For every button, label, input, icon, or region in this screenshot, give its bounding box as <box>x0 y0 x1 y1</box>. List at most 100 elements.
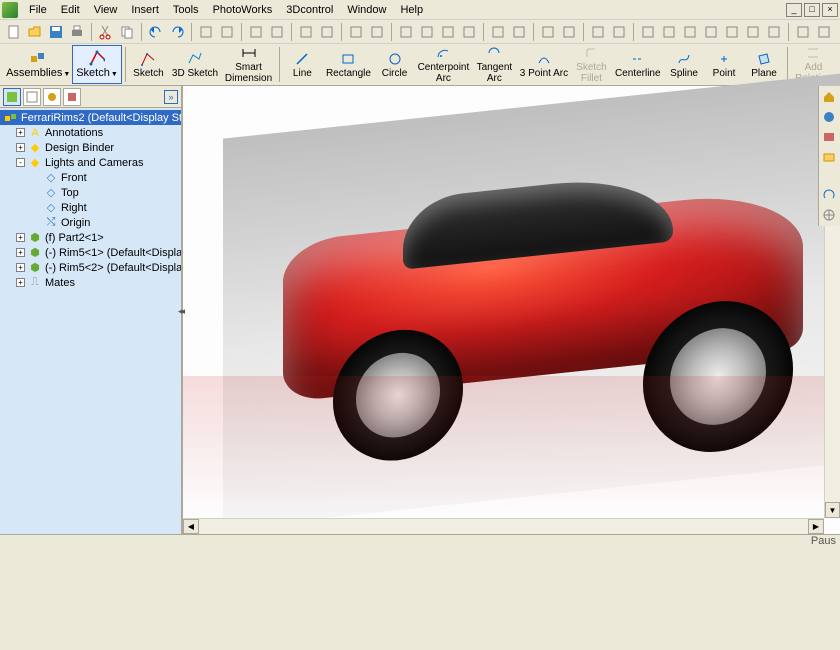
home-icon[interactable] <box>820 88 838 106</box>
point-button[interactable]: Point <box>704 45 744 84</box>
plane-button[interactable]: Plane <box>744 45 784 84</box>
options-button[interactable] <box>267 22 287 42</box>
pan-button[interactable] <box>538 22 558 42</box>
undo-button[interactable] <box>146 22 166 42</box>
centerpoint-arc-button[interactable]: Centerpoint Arc <box>415 45 473 84</box>
rectangle-button[interactable]: Rectangle <box>322 45 374 84</box>
tree-item[interactable]: ◇Front <box>0 170 181 185</box>
restore-button[interactable]: □ <box>804 3 820 17</box>
select-button[interactable] <box>196 22 216 42</box>
close-button[interactable]: × <box>822 3 838 17</box>
sketch-tool-button[interactable] <box>217 22 237 42</box>
shaded-button[interactable] <box>367 22 387 42</box>
appearances-icon[interactable] <box>820 206 838 224</box>
mag-plus-button[interactable] <box>659 22 679 42</box>
view-palette-icon[interactable] <box>820 186 838 204</box>
file-explorer-icon[interactable] <box>820 148 838 166</box>
render1-button[interactable] <box>396 22 416 42</box>
render-tab[interactable] <box>63 88 81 106</box>
centerline-button[interactable]: Centerline <box>611 45 664 84</box>
resources-icon[interactable] <box>820 108 838 126</box>
render3-button[interactable] <box>438 22 458 42</box>
menu-help[interactable]: Help <box>393 2 430 18</box>
smart-dimension-button[interactable]: Smart Dimension <box>222 45 276 84</box>
3d-sketch-button[interactable]: 3D Sketch <box>168 45 221 84</box>
zoom-in-button[interactable] <box>722 22 742 42</box>
horizontal-scrollbar[interactable]: ◀ ▶ <box>183 518 824 534</box>
save-button[interactable] <box>46 22 66 42</box>
tree-root[interactable]: FerrariRims2 (Default<Display State-1 <box>0 110 181 125</box>
tree-item[interactable]: ◇Right <box>0 200 181 215</box>
tree-twisty[interactable]: + <box>16 263 25 272</box>
graphics-viewport[interactable]: ◂◂ ↖ ▲ ▼ ◀ ▶ <box>182 86 840 534</box>
tree-twisty[interactable]: + <box>16 233 25 242</box>
open-button[interactable] <box>25 22 45 42</box>
sketch-button[interactable]: Sketch <box>128 45 168 84</box>
circle-button[interactable]: Circle <box>375 45 415 84</box>
tree-twisty[interactable]: + <box>16 278 25 287</box>
menu-insert[interactable]: Insert <box>124 2 166 18</box>
design-library-icon[interactable] <box>820 128 838 146</box>
rotate-l-button[interactable] <box>488 22 508 42</box>
tangent-arc-button[interactable]: Tangent Arc <box>472 45 516 84</box>
tree-item[interactable]: -◆Lights and Cameras <box>0 155 181 170</box>
print-button[interactable] <box>67 22 87 42</box>
copy-button[interactable] <box>117 22 137 42</box>
cut-button[interactable] <box>96 22 116 42</box>
wire-button[interactable] <box>609 22 629 42</box>
tree-item[interactable]: +◆Design Binder <box>0 140 181 155</box>
tree-twisty[interactable]: - <box>16 158 25 167</box>
menu-edit[interactable]: Edit <box>54 2 87 18</box>
scroll-right-button[interactable]: ▶ <box>808 519 824 534</box>
spline-button[interactable]: Spline <box>664 45 704 84</box>
tree-item[interactable]: +⬢(-) Rim5<2> (Default<Display State <box>0 260 181 275</box>
menu-file[interactable]: File <box>22 2 54 18</box>
menu-3dcontrol[interactable]: 3Dcontrol <box>279 2 340 18</box>
grid-button[interactable] <box>296 22 316 42</box>
panel-expand-button[interactable]: » <box>164 90 178 104</box>
zoom-area-button[interactable] <box>701 22 721 42</box>
tree-item[interactable]: +⎍Mates <box>0 275 181 290</box>
menu-window[interactable]: Window <box>340 2 393 18</box>
menu-tools[interactable]: Tools <box>166 2 206 18</box>
redo-button[interactable] <box>167 22 187 42</box>
tree-twisty[interactable]: + <box>16 128 25 137</box>
property-tab[interactable] <box>23 88 41 106</box>
tree-item[interactable]: ⤭Origin <box>0 215 181 230</box>
tree-item[interactable]: ◇Top <box>0 185 181 200</box>
feature-tree[interactable]: FerrariRims2 (Default<Display State-1 +A… <box>0 108 181 534</box>
tree-item[interactable]: +⬢(-) Rim5<1> (Default<Display State <box>0 245 181 260</box>
zoom-fit-button[interactable] <box>680 22 700 42</box>
menu-photoworks[interactable]: PhotoWorks <box>206 2 280 18</box>
sketch-tab[interactable]: Sketch▼ <box>72 45 121 84</box>
orbit-button[interactable] <box>559 22 579 42</box>
rebuild-button[interactable] <box>246 22 266 42</box>
splitter-handle[interactable]: ◂◂ <box>178 306 183 317</box>
zoom-out-button[interactable] <box>743 22 763 42</box>
section-button[interactable] <box>346 22 366 42</box>
tree-twisty[interactable]: + <box>16 248 25 257</box>
mag-sel-button[interactable] <box>638 22 658 42</box>
new-button[interactable] <box>4 22 24 42</box>
view-button[interactable] <box>814 22 834 42</box>
axes-button[interactable] <box>793 22 813 42</box>
render2-button[interactable] <box>417 22 437 42</box>
3pt-arc-button[interactable]: 3 Point Arc <box>516 45 571 84</box>
smart-dim-label: Smart Dimension <box>225 62 272 84</box>
minimize-button[interactable]: _ <box>786 3 802 17</box>
feature-tree-tab[interactable] <box>3 88 21 106</box>
line-button[interactable]: Line <box>282 45 322 84</box>
zoom-prev-button[interactable] <box>764 22 784 42</box>
persp-button[interactable] <box>588 22 608 42</box>
tree-twisty[interactable]: + <box>16 143 25 152</box>
menu-view[interactable]: View <box>87 2 125 18</box>
rotate-r-button[interactable] <box>509 22 529 42</box>
scroll-left-button[interactable]: ◀ <box>183 519 199 534</box>
tree-item[interactable]: +⬢(f) Part2<1> <box>0 230 181 245</box>
config-tab[interactable] <box>43 88 61 106</box>
render4-button[interactable] <box>459 22 479 42</box>
assemblies-tab[interactable]: Assemblies▼ <box>4 45 72 84</box>
tree-item[interactable]: +AAnnotations <box>0 125 181 140</box>
hide-button[interactable] <box>317 22 337 42</box>
scroll-down-button[interactable]: ▼ <box>825 502 840 518</box>
